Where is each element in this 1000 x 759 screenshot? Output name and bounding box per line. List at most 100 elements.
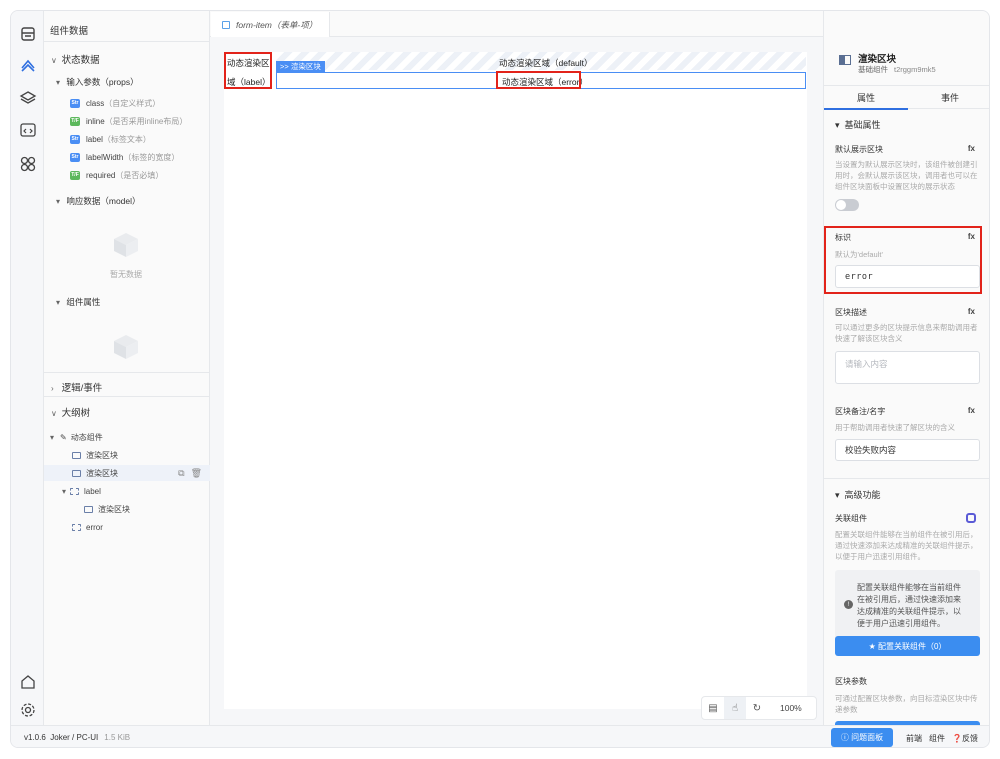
- file-size: 1.5 KiB: [104, 733, 131, 742]
- zoom-toolbar: ▤ ☝ ↻ 100%: [701, 696, 817, 720]
- block-desc-textarea[interactable]: 请输入内容: [835, 351, 980, 384]
- outline-root[interactable]: ▾ ✎ 动态组件: [50, 429, 103, 445]
- advanced-group-header[interactable]: ▾ 高级功能: [835, 488, 881, 501]
- outline-item-selected[interactable]: 渲染区块: [72, 465, 118, 481]
- refresh-icon[interactable]: ↻: [746, 697, 768, 719]
- string-type-icon: Str: [70, 134, 80, 144]
- default-show-toggle[interactable]: [835, 199, 859, 211]
- default-region-text: 动态渲染区域（default）: [499, 58, 593, 68]
- outline-item-label: 渲染区块: [86, 450, 118, 460]
- prop-item[interactable]: Str class （自定义样式）: [70, 97, 160, 109]
- cube-icon: [222, 20, 230, 29]
- status-links: 前端 组件 ❓反馈: [906, 733, 978, 744]
- hand-icon[interactable]: ☝: [724, 697, 746, 719]
- divider: [44, 396, 210, 397]
- left-panel: 组件数据 ∨ 状态数据 ▾ 输入参数（props） Str class （自定义样式…: [44, 11, 210, 725]
- copy-icon[interactable]: ⧉: [178, 468, 184, 479]
- prop-name: labelWidth: [86, 152, 124, 162]
- state-section-header[interactable]: ∨ 状态数据: [51, 52, 100, 66]
- divider: [44, 41, 210, 42]
- outline-item[interactable]: error: [72, 519, 103, 535]
- model-group-label: 响应数据（model）: [66, 196, 141, 206]
- fx-button[interactable]: fx: [968, 406, 975, 415]
- tab-events[interactable]: 事件: [908, 86, 989, 109]
- configure-link-button[interactable]: ★ 配置关联组件（0）: [835, 636, 980, 656]
- outline-item[interactable]: ▾ label: [62, 483, 101, 499]
- logic-section-header[interactable]: › 逻辑/事件: [51, 380, 102, 394]
- caret-down-icon: ▾: [835, 120, 840, 130]
- link-component[interactable]: 组件: [929, 733, 945, 744]
- divider: [44, 372, 210, 373]
- string-type-icon: Str: [70, 98, 80, 108]
- prop-name: class: [86, 98, 105, 108]
- caret-down-icon: ▾: [56, 298, 61, 307]
- issue-panel-button[interactable]: ⓘ 问题面板: [831, 728, 893, 747]
- prop-item[interactable]: T/F required （是否必填）: [70, 169, 163, 181]
- params-desc: 可通过配置区块参数，向目标渲染区块中传递参数: [835, 694, 978, 714]
- prop-item[interactable]: T/F inline （是否采用inline布局）: [70, 115, 187, 127]
- data-icon[interactable]: [19, 57, 37, 75]
- outline-root-label: 动态组件: [70, 432, 103, 442]
- outline-section-header[interactable]: ∨ 大纲树: [51, 405, 90, 419]
- slot-icon: [70, 487, 79, 495]
- components-icon[interactable]: [19, 155, 37, 173]
- props-group[interactable]: ▾ 输入参数（props）: [56, 76, 139, 88]
- home-icon[interactable]: [19, 673, 37, 691]
- settings-icon[interactable]: [19, 701, 37, 719]
- outline-item[interactable]: 渲染区块: [84, 501, 130, 517]
- design-canvas[interactable]: 动态渲染区 域（label） 动态渲染区域（default） >> 渲染区块 动…: [224, 52, 807, 709]
- note-input[interactable]: 校验失败内容: [835, 439, 980, 461]
- link-frontend[interactable]: 前端: [906, 733, 922, 744]
- model-group[interactable]: ▾ 响应数据（model）: [56, 195, 141, 207]
- caret-down-icon: ▾: [62, 486, 67, 496]
- fx-button[interactable]: fx: [968, 144, 975, 153]
- basic-group-label: 基础属性: [844, 120, 881, 130]
- outline-item[interactable]: 渲染区块: [72, 447, 118, 463]
- logic-section-label: 逻辑/事件: [61, 383, 103, 394]
- ruler-icon[interactable]: ▤: [702, 697, 724, 719]
- prop-desc: （标签的宽度）: [123, 152, 180, 162]
- feedback-link[interactable]: ❓反馈: [952, 733, 978, 744]
- prop-desc: （自定义样式）: [104, 98, 161, 108]
- component-props-group[interactable]: ▾ 组件属性: [56, 296, 100, 308]
- block-desc-desc: 可以通过更多的区块提示信息来帮助调用者快速了解该区块含义: [835, 323, 978, 343]
- chevron-down-icon: ∨: [51, 409, 57, 418]
- prop-item[interactable]: Str labelWidth （标签的宽度）: [70, 151, 179, 163]
- chevron-down-icon: ∨: [51, 56, 57, 65]
- state-section-label: 状态数据: [61, 55, 100, 66]
- chevron-right-icon: ›: [51, 384, 54, 393]
- delete-icon[interactable]: 🗑: [191, 468, 202, 479]
- code-icon[interactable]: [19, 121, 37, 139]
- slot-tag[interactable]: >> 渲染区块: [276, 61, 325, 72]
- zoom-level[interactable]: 100%: [780, 703, 802, 713]
- props-group-label: 输入参数（props）: [66, 77, 139, 87]
- issue-panel-label: 问题面板: [851, 733, 884, 742]
- app-window: 组件数据 ∨ 状态数据 ▾ 输入参数（props） Str class （自定义样式…: [10, 10, 990, 748]
- prop-item[interactable]: Str label （标签文本）: [70, 133, 151, 145]
- storage-icon[interactable]: [19, 25, 37, 43]
- empty-text: 暂无数据: [110, 270, 142, 279]
- basic-group-header[interactable]: ▾ 基础属性: [835, 118, 881, 131]
- row-actions: ⧉ 🗑: [178, 468, 202, 479]
- link-component-icon[interactable]: [966, 513, 976, 523]
- caret-down-icon: ▾: [56, 78, 61, 87]
- status-bar: v1.0.6 Joker / PC-UI 1.5 KiB ⓘ 问题面板 前端 组件…: [11, 725, 989, 747]
- block-desc-label: 区块描述: [835, 308, 867, 317]
- fx-button[interactable]: fx: [968, 307, 975, 316]
- info-icon: !: [844, 600, 853, 609]
- tab-form-item[interactable]: form-item（表单-项）: [211, 12, 330, 37]
- empty-box-icon: [114, 233, 138, 257]
- help-icon: ❓: [952, 734, 962, 743]
- boolean-type-icon: T/F: [70, 170, 80, 180]
- render-block-icon: [839, 55, 851, 65]
- tab-properties[interactable]: 属性: [824, 86, 908, 110]
- component-subtitle: 基础组件 t2rggm9mk5: [858, 64, 936, 75]
- prop-desc: （标签文本）: [102, 134, 151, 144]
- feedback-label: 反馈: [961, 734, 978, 743]
- slot-icon: [72, 523, 81, 531]
- link-label: 关联组件: [835, 514, 867, 523]
- layers-icon[interactable]: [19, 89, 37, 107]
- note-desc: 用于帮助调用者快速了解区块的含义: [835, 423, 955, 432]
- project-name[interactable]: Joker / PC-UI: [50, 733, 98, 742]
- component-category: 基础组件: [858, 65, 888, 74]
